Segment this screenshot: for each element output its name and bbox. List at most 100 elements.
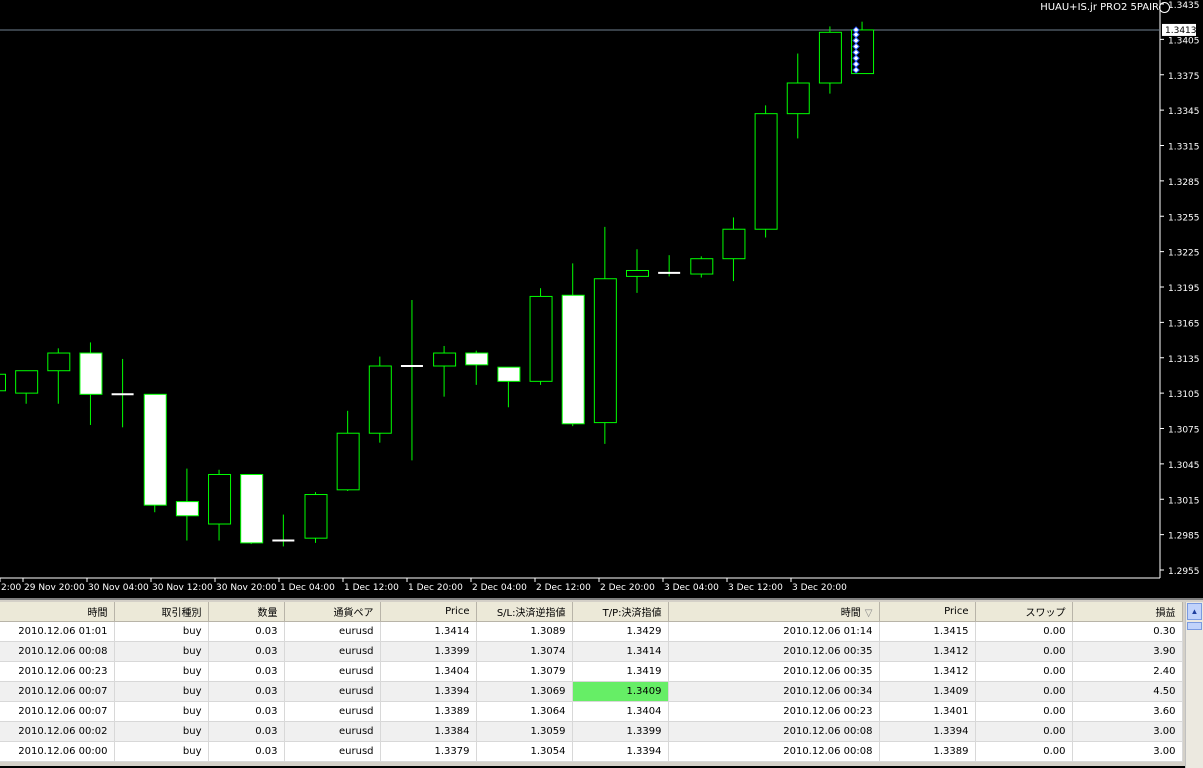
candle bbox=[304, 492, 328, 543]
column-header[interactable]: Price bbox=[879, 602, 976, 622]
table-cell: 0.03 bbox=[208, 701, 285, 722]
column-header-label: 損益 bbox=[1155, 608, 1176, 619]
column-header-label: 数量 bbox=[257, 608, 278, 619]
column-header[interactable]: スワップ bbox=[975, 602, 1073, 622]
table-row[interactable]: 2010.12.06 00:23 buy 0.03 eurusd 1.3404 1.307… bbox=[0, 661, 1183, 682]
scroll-thumb[interactable] bbox=[1187, 622, 1202, 630]
table-row[interactable]: 2010.12.06 00:02 buy 0.03 eurusd 1.3384 1.305… bbox=[0, 721, 1183, 742]
candle bbox=[658, 255, 681, 277]
candle bbox=[754, 105, 778, 238]
candle-body bbox=[561, 294, 585, 425]
table-row[interactable]: 2010.12.06 01:01 buy 0.03 eurusd 1.3414 1.308… bbox=[0, 621, 1183, 642]
sort-indicator-icon: ▽ bbox=[864, 608, 873, 619]
column-header-label: S/L:決済逆指値 bbox=[496, 608, 566, 619]
y-tick-label: 1.3435 bbox=[1168, 1, 1200, 11]
table-row[interactable]: 2010.12.06 00:07 buy 0.03 eurusd 1.3394 1.306… bbox=[0, 681, 1183, 702]
candle bbox=[561, 263, 585, 427]
column-header[interactable]: 通貨ペア bbox=[284, 602, 381, 622]
candle-body bbox=[593, 278, 617, 424]
y-tick-label: 1.3195 bbox=[1168, 284, 1200, 294]
column-header-label: 時間 bbox=[840, 608, 861, 619]
x-tick-label: 30 Nov 12:00 bbox=[152, 583, 213, 593]
table-cell: buy bbox=[114, 641, 209, 662]
y-tick-label: 1.3255 bbox=[1168, 213, 1200, 223]
table-cell: 0.00 bbox=[975, 721, 1073, 742]
y-tick-label: 1.3315 bbox=[1168, 143, 1200, 153]
candle-body bbox=[465, 352, 489, 366]
column-header[interactable]: 時間 ▽ bbox=[668, 602, 880, 622]
candle bbox=[400, 299, 423, 461]
table-cell: 1.3064 bbox=[476, 701, 573, 722]
table-cell: buy bbox=[114, 621, 209, 642]
table-cell: 1.3384 bbox=[380, 721, 477, 742]
chart-canvas: 1.3435 1.3405 1.3375 1.3345 1.3315 1.3285 1.32… bbox=[0, 0, 1200, 593]
scroll-up-arrow-icon[interactable]: ▲ bbox=[1187, 603, 1202, 620]
price-chart[interactable]: 1.3435 1.3405 1.3375 1.3345 1.3315 1.3285 1.32… bbox=[0, 0, 1203, 598]
column-header[interactable]: 損益 bbox=[1072, 602, 1183, 622]
x-tick-label: 1 Dec 04:00 bbox=[280, 583, 335, 593]
table-cell: 2010.12.06 00:35 bbox=[668, 641, 880, 662]
table-cell: 0.03 bbox=[208, 661, 285, 682]
vertical-scrollbar[interactable]: ▲ bbox=[1185, 602, 1203, 768]
terminal-panel: 時間 取引種別 数量 通貨ペア Price S/L:決済逆指値 T/P:決済指値 時間 ▽ Pri… bbox=[0, 598, 1203, 768]
candle-body bbox=[626, 269, 649, 277]
table-header-row: 時間 取引種別 数量 通貨ペア Price S/L:決済逆指値 T/P:決済指値 時間 ▽ Pri… bbox=[0, 602, 1183, 622]
table-cell: 1.3079 bbox=[476, 661, 573, 682]
table-cell: 1.3394 bbox=[380, 681, 477, 702]
candle bbox=[593, 226, 617, 444]
candle-body bbox=[0, 373, 6, 392]
x-tick-label: 3 Dec 20:00 bbox=[792, 583, 847, 593]
current-price-label: 1.3413 bbox=[1165, 26, 1197, 36]
table-cell: 1.3401 bbox=[879, 701, 976, 722]
candle-body bbox=[497, 366, 521, 382]
column-header[interactable]: 時間 bbox=[0, 602, 115, 622]
candle-body bbox=[47, 352, 71, 372]
table-row[interactable]: 2010.12.06 00:00 buy 0.03 eurusd 1.3379 1.305… bbox=[0, 741, 1183, 762]
column-header[interactable]: 取引種別 bbox=[114, 602, 209, 622]
y-tick-label: 1.3225 bbox=[1168, 249, 1200, 259]
candle bbox=[47, 348, 71, 404]
candle bbox=[465, 350, 489, 385]
y-tick-label: 1.3345 bbox=[1168, 107, 1200, 117]
candle bbox=[529, 288, 553, 385]
table-cell: eurusd bbox=[284, 741, 381, 762]
table-cell: 1.3394 bbox=[572, 741, 669, 762]
table-cell: 2010.12.06 00:00 bbox=[0, 741, 115, 762]
expert-smiley-icon bbox=[1159, 2, 1170, 13]
candle-body bbox=[15, 370, 39, 394]
candle-body bbox=[336, 432, 360, 491]
candle-body bbox=[368, 365, 392, 434]
orders-table: 時間 取引種別 数量 通貨ペア Price S/L:決済逆指値 T/P:決済指値 時間 ▽ Pri… bbox=[0, 602, 1183, 762]
column-header[interactable]: Price bbox=[380, 602, 477, 622]
column-header[interactable]: T/P:決済指値 bbox=[572, 602, 669, 622]
column-header-label: Price bbox=[445, 606, 470, 617]
table-cell: 2010.12.06 01:01 bbox=[0, 621, 115, 642]
y-tick-label: 1.2985 bbox=[1168, 532, 1200, 542]
table-row[interactable]: 2010.12.06 00:08 buy 0.03 eurusd 1.3399 1.307… bbox=[0, 641, 1183, 662]
table-cell: 4.50 bbox=[1072, 681, 1183, 702]
table-cell: 2010.12.06 00:07 bbox=[0, 701, 115, 722]
column-header[interactable]: S/L:決済逆指値 bbox=[476, 602, 573, 622]
table-cell: eurusd bbox=[284, 681, 381, 702]
table-cell: 0.03 bbox=[208, 741, 285, 762]
table-cell: 3.60 bbox=[1072, 701, 1183, 722]
y-tick-label: 1.3405 bbox=[1168, 36, 1200, 46]
column-header[interactable]: 数量 bbox=[208, 602, 285, 622]
candle bbox=[175, 468, 199, 541]
candle-body bbox=[433, 352, 457, 367]
table-cell: eurusd bbox=[284, 661, 381, 682]
table-cell: eurusd bbox=[284, 721, 381, 742]
table-cell: eurusd bbox=[284, 621, 381, 642]
table-row[interactable]: 2010.12.06 00:07 buy 0.03 eurusd 1.3389 1.306… bbox=[0, 701, 1183, 722]
candle bbox=[786, 53, 810, 139]
x-tick-label: 1 Dec 20:00 bbox=[408, 583, 463, 593]
candle-body bbox=[240, 473, 264, 544]
candle bbox=[336, 410, 360, 491]
table-cell: eurusd bbox=[284, 641, 381, 662]
y-tick-label: 1.3015 bbox=[1168, 496, 1200, 506]
y-tick-label: 1.3135 bbox=[1168, 355, 1200, 365]
y-tick-label: 1.3045 bbox=[1168, 461, 1200, 471]
table-cell: 0.03 bbox=[208, 641, 285, 662]
table-cell: 0.00 bbox=[975, 661, 1073, 682]
candle-body bbox=[304, 494, 328, 539]
